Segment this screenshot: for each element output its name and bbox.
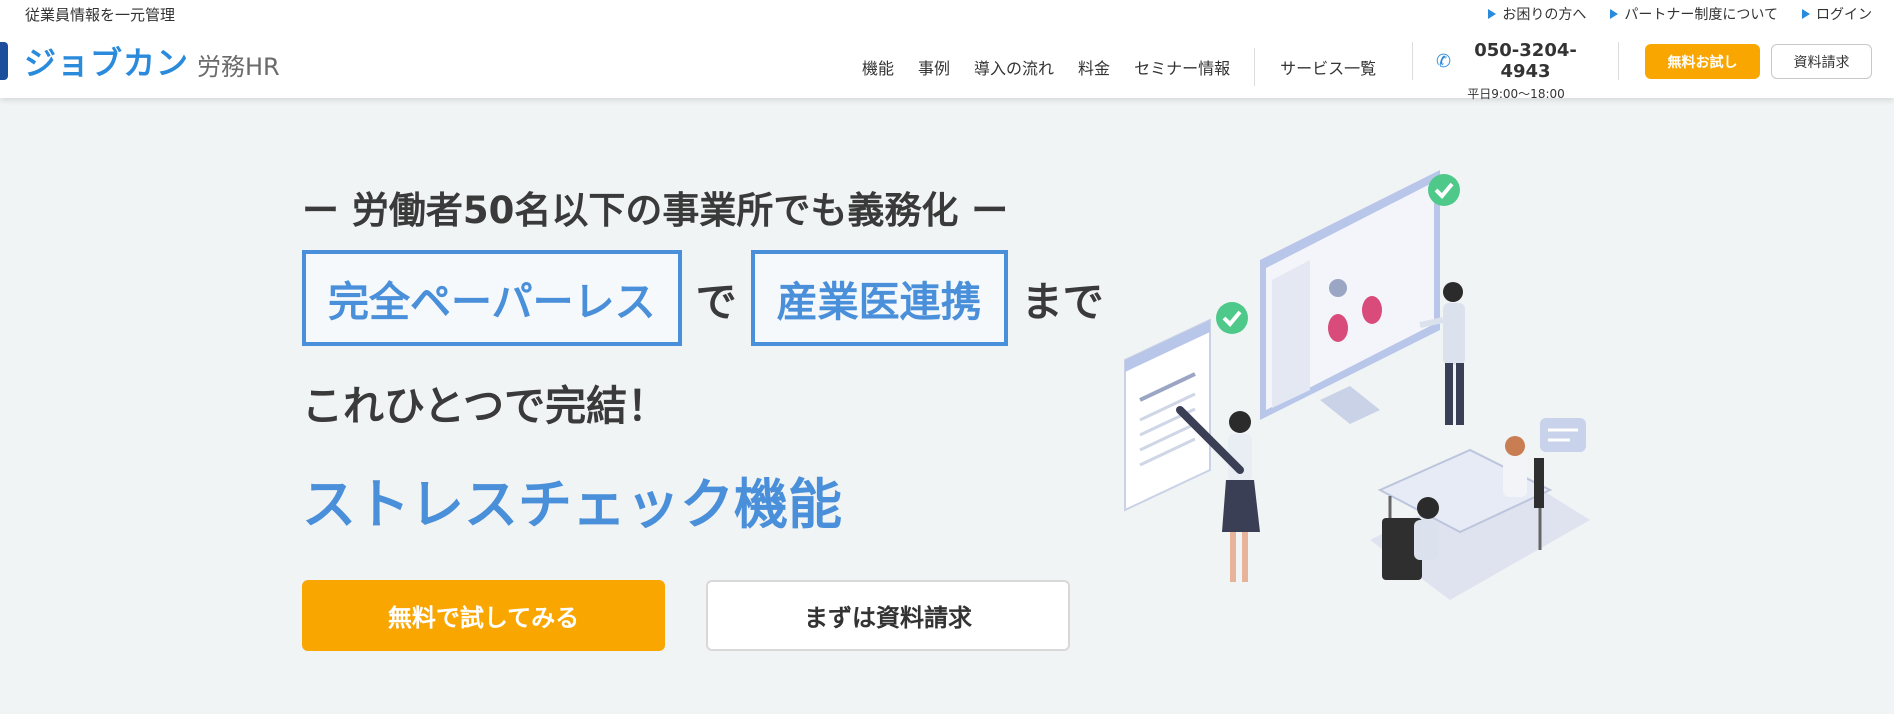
toplink-partner[interactable]: パートナー制度について — [1610, 4, 1778, 24]
check-badge-icon — [1216, 302, 1248, 334]
header-doc-request-button[interactable]: 資料請求 — [1771, 44, 1872, 79]
nav-divider — [1412, 42, 1413, 80]
document-panel — [1124, 318, 1211, 512]
hero-illustration — [1124, 170, 1590, 600]
site-header: 従業員情報を一元管理 ジョブカン 労務HR お困りの方へ パートナー制度について… — [0, 0, 1894, 101]
check-badge-icon — [1428, 174, 1460, 206]
hero-headline-row: 完全ペーパーレス で 産業医連携 まで — [302, 250, 1118, 346]
hero-headline-line3: これひとつで完結！ — [302, 382, 669, 430]
hero-trial-button[interactable]: 無料で試してみる — [302, 580, 665, 651]
phone-hours: 平日9:00～18:00 — [1467, 87, 1565, 101]
phone-contact[interactable]: ✆ 050-3204-4943 平日9:00～18:00 — [1436, 40, 1596, 102]
nav-flow[interactable]: 導入の流れ — [974, 55, 1054, 79]
header-trial-button[interactable]: 無料お試し — [1645, 44, 1760, 79]
logo-text-main: ジョブカン — [24, 44, 190, 82]
nav-divider — [1254, 48, 1256, 86]
header-tagline: 従業員情報を一元管理 — [25, 6, 176, 24]
nav-seminar[interactable]: セミナー情報 — [1134, 55, 1230, 79]
toplink-help-label: お困りの方へ — [1502, 7, 1587, 23]
nav-cases[interactable]: 事例 — [918, 55, 950, 79]
nav-pricing[interactable]: 料金 — [1078, 55, 1110, 79]
logo[interactable]: ジョブカン 労務HR — [0, 40, 280, 82]
hero-joiner-de: で — [695, 278, 737, 326]
nav-features[interactable]: 機能 — [862, 55, 894, 79]
nav-service-list[interactable]: サービス一覧 — [1280, 55, 1376, 79]
hero-doc-request-button[interactable]: まずは資料請求 — [706, 580, 1070, 651]
triangle-arrow-icon — [1488, 9, 1497, 19]
phone-icon: ✆ — [1436, 50, 1452, 72]
hero-joiner-made: まで — [1021, 278, 1104, 326]
monitor — [1260, 170, 1440, 424]
toplink-login-label: ログイン — [1816, 7, 1872, 23]
hero-boxed-doctor: 産業医連携 — [750, 250, 1008, 346]
logo-mark — [0, 42, 8, 80]
hero-feature-title: ストレスチェック機能 — [302, 473, 842, 536]
toplink-partner-label: パートナー制度について — [1624, 7, 1778, 23]
top-links: お困りの方へ パートナー制度について ログイン — [1488, 4, 1872, 24]
nav-divider — [1618, 42, 1619, 80]
triangle-arrow-icon — [1802, 9, 1810, 19]
phone-number: 050-3204-4943 — [1474, 40, 1577, 82]
toplink-help[interactable]: お困りの方へ — [1488, 4, 1586, 24]
triangle-arrow-icon — [1610, 9, 1619, 19]
logo-text-sub: 労務HR — [197, 52, 280, 81]
speech-bubble-icon — [1540, 418, 1586, 452]
main-nav: 機能 事例 導入の流れ 料金 セミナー情報 サービス一覧 — [862, 48, 1401, 86]
hero-boxed-paperless: 完全ペーパーレス — [302, 250, 682, 346]
hero-subheading: ー 労働者50名以下の事業所でも義務化 ー — [302, 189, 1009, 232]
toplink-login[interactable]: ログイン — [1802, 4, 1872, 24]
